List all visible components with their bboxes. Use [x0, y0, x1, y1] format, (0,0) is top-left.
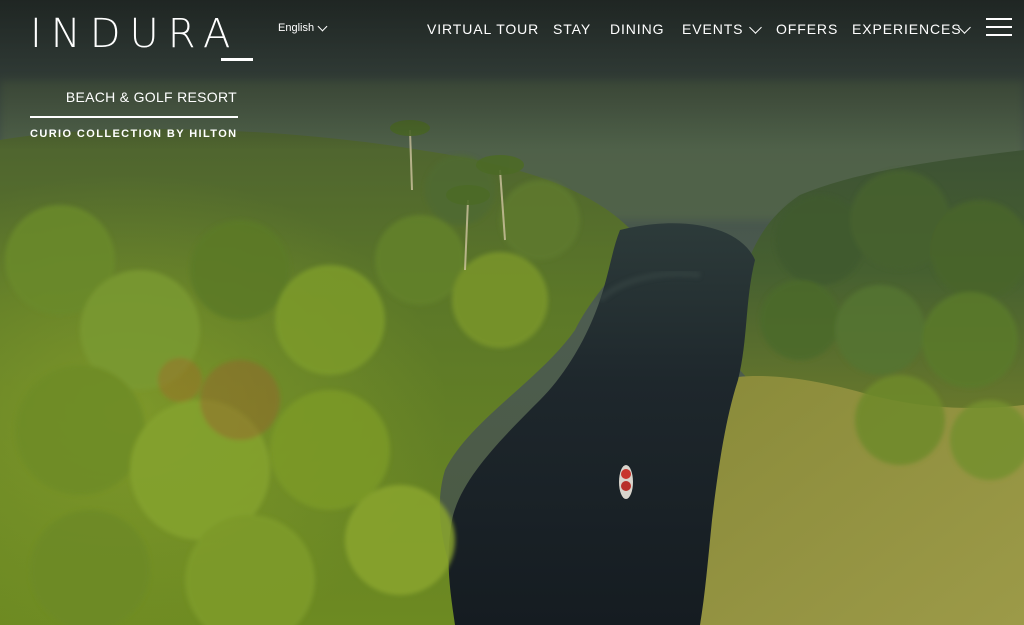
canoe-boat: [619, 465, 633, 499]
menu-line: [986, 18, 1012, 20]
nav-experiences[interactable]: EXPERIENCES: [852, 20, 962, 38]
resort-logo[interactable]: INDURA BEACH & GOLF RESORT CURIO COLLECT…: [30, 11, 253, 140]
hamburger-menu-icon[interactable]: [986, 18, 1012, 38]
nav-events[interactable]: EVENTS: [682, 20, 743, 38]
logo-collection: CURIO COLLECTION BY HILTON: [30, 128, 238, 140]
nav-virtual-tour[interactable]: VIRTUAL TOUR: [427, 20, 539, 38]
menu-line: [986, 34, 1012, 36]
language-selector[interactable]: English: [278, 21, 328, 34]
menu-line: [986, 26, 1012, 28]
chevron-down-icon: [317, 21, 328, 31]
logo-subtitle: BEACH & GOLF RESORT: [65, 89, 237, 105]
logo-accent-bar: [221, 58, 253, 61]
nav-dining[interactable]: DINING: [610, 20, 664, 38]
logo-wordmark: INDURA: [30, 11, 240, 57]
language-label: English: [278, 22, 315, 34]
logo-divider: [30, 116, 238, 118]
nav-offers[interactable]: OFFERS: [776, 20, 838, 38]
nav-stay[interactable]: STAY: [553, 20, 591, 38]
